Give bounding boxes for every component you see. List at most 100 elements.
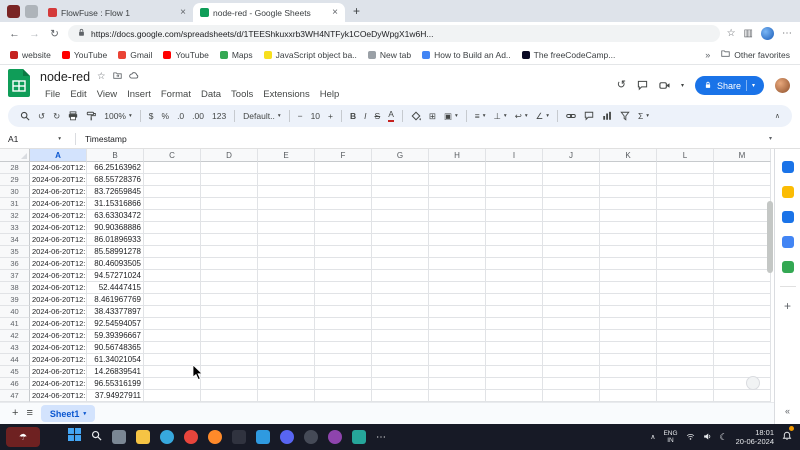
cell-empty[interactable]	[714, 306, 771, 318]
sidepanel-keep-icon[interactable]	[782, 186, 794, 198]
cell-empty[interactable]	[372, 294, 429, 306]
cell-timestamp[interactable]: 2024-06-20T12:	[30, 342, 87, 354]
back-button[interactable]: ←	[8, 28, 21, 40]
bookmark-item[interactable]: Gmail	[118, 50, 152, 60]
hide-menus-icon[interactable]: ∧	[775, 112, 780, 120]
cell-empty[interactable]	[714, 354, 771, 366]
toolbar-italic[interactable]: I	[364, 111, 366, 121]
menu-view[interactable]: View	[92, 88, 122, 101]
toolbar-insert-comment[interactable]	[584, 111, 594, 121]
taskbar-app-teal-icon[interactable]	[352, 430, 366, 444]
start-button[interactable]	[68, 428, 81, 446]
column-header-M[interactable]: M	[714, 149, 771, 162]
cell-empty[interactable]	[657, 222, 714, 234]
cell-empty[interactable]	[714, 162, 771, 174]
cell-empty[interactable]	[657, 246, 714, 258]
cell-empty[interactable]	[543, 222, 600, 234]
cell-empty[interactable]	[144, 270, 201, 282]
cell-empty[interactable]	[657, 282, 714, 294]
taskbar-file-explorer-icon[interactable]	[136, 430, 150, 444]
cell-empty[interactable]	[315, 222, 372, 234]
cell-empty[interactable]	[429, 306, 486, 318]
cell-empty[interactable]	[600, 246, 657, 258]
cell-empty[interactable]	[543, 258, 600, 270]
move-folder-icon[interactable]	[113, 71, 122, 83]
cell-empty[interactable]	[144, 294, 201, 306]
row-header[interactable]: 45	[0, 366, 30, 378]
cell-empty[interactable]	[543, 186, 600, 198]
toolbar-undo[interactable]: ↺	[38, 111, 45, 122]
cell-empty[interactable]	[201, 234, 258, 246]
toolbar-decrease-font-size[interactable]: −	[298, 111, 303, 121]
cell-empty[interactable]	[372, 306, 429, 318]
cell-empty[interactable]	[657, 354, 714, 366]
cell-empty[interactable]	[429, 378, 486, 390]
cell-empty[interactable]	[372, 318, 429, 330]
cell-timestamp[interactable]: 2024-06-20T12:	[30, 330, 87, 342]
row-header[interactable]: 39	[0, 294, 30, 306]
add-sheet-icon[interactable]: +	[12, 408, 18, 419]
tab-close-icon[interactable]: ×	[180, 7, 186, 18]
cell-empty[interactable]	[429, 270, 486, 282]
cell-value[interactable]: 37.94927911	[87, 390, 144, 402]
bookmark-item[interactable]: JavaScript object ba..	[264, 50, 357, 60]
cell-empty[interactable]	[543, 282, 600, 294]
column-header-D[interactable]: D	[201, 149, 258, 162]
cell-timestamp[interactable]: 2024-06-20T12:	[30, 246, 87, 258]
select-all-corner[interactable]	[0, 149, 30, 162]
cell-empty[interactable]	[258, 282, 315, 294]
cell-empty[interactable]	[144, 246, 201, 258]
menu-format[interactable]: Format	[156, 88, 196, 101]
cell-value[interactable]: 66.25163962	[87, 162, 144, 174]
cell-empty[interactable]	[429, 198, 486, 210]
cell-empty[interactable]	[258, 270, 315, 282]
cell-empty[interactable]	[543, 354, 600, 366]
cell-empty[interactable]	[600, 378, 657, 390]
cell-empty[interactable]	[201, 174, 258, 186]
cell-empty[interactable]	[486, 318, 543, 330]
row-header[interactable]: 47	[0, 390, 30, 402]
toolbar-text-wrap[interactable]: ↩▾	[515, 111, 528, 122]
toolbar-increase-font-size[interactable]: +	[328, 111, 333, 121]
bookmarks-overflow-icon[interactable]: »	[705, 50, 710, 60]
browser-tab[interactable]: FlowFuse : Flow 1×	[41, 3, 193, 22]
cell-empty[interactable]	[258, 162, 315, 174]
toolbar-zoom-select[interactable]: 100%▾	[104, 111, 132, 121]
row-header[interactable]: 37	[0, 270, 30, 282]
cell-empty[interactable]	[144, 390, 201, 402]
toolbar-functions[interactable]: Σ▾	[638, 111, 649, 121]
cell-value[interactable]: 90.90368886	[87, 222, 144, 234]
cell-empty[interactable]	[201, 198, 258, 210]
cell-empty[interactable]	[315, 210, 372, 222]
toolbar-insert-link[interactable]	[566, 111, 576, 121]
cell-empty[interactable]	[201, 330, 258, 342]
cell-empty[interactable]	[486, 282, 543, 294]
other-favorites-button[interactable]: Other favorites	[721, 49, 790, 60]
row-header[interactable]: 31	[0, 198, 30, 210]
cell-empty[interactable]	[372, 330, 429, 342]
sheet-tab-caret-icon[interactable]: ▾	[83, 411, 86, 417]
url-field[interactable]: https://docs.google.com/spreadsheets/d/1…	[68, 25, 720, 42]
cell-empty[interactable]	[201, 342, 258, 354]
cell-empty[interactable]	[144, 342, 201, 354]
cell-empty[interactable]	[201, 222, 258, 234]
cell-empty[interactable]	[714, 390, 771, 402]
cell-empty[interactable]	[429, 282, 486, 294]
cell-empty[interactable]	[600, 354, 657, 366]
menu-file[interactable]: File	[40, 88, 65, 101]
cell-empty[interactable]	[372, 390, 429, 402]
cell-empty[interactable]	[429, 342, 486, 354]
row-header[interactable]: 46	[0, 378, 30, 390]
bookmark-item[interactable]: Maps	[220, 50, 253, 60]
cell-empty[interactable]	[543, 330, 600, 342]
cell-empty[interactable]	[372, 162, 429, 174]
cell-empty[interactable]	[714, 246, 771, 258]
taskbar-search-icon[interactable]	[91, 428, 102, 446]
toolbar-insert-chart[interactable]	[602, 111, 612, 121]
cell-timestamp[interactable]: 2024-06-20T12:	[30, 306, 87, 318]
sidepanel-calendar-icon[interactable]	[782, 161, 794, 173]
cell-value[interactable]: 94.57271024	[87, 270, 144, 282]
cell-empty[interactable]	[258, 294, 315, 306]
cell-empty[interactable]	[486, 210, 543, 222]
cell-empty[interactable]	[600, 390, 657, 402]
